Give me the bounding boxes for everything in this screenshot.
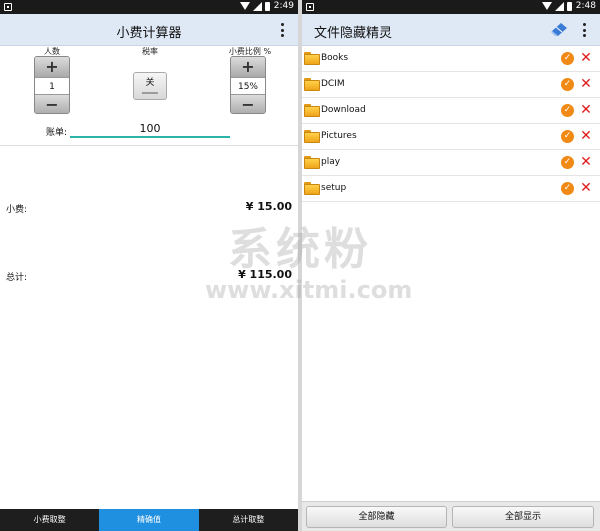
list-item[interactable]: Download ✓ ✕: [302, 98, 600, 124]
list-item[interactable]: play ✓ ✕: [302, 150, 600, 176]
tax-toggle-button[interactable]: 关: [133, 72, 167, 100]
status-time: 2:48: [575, 1, 596, 11]
overflow-menu-icon[interactable]: [280, 23, 284, 37]
folder-name: play: [321, 157, 341, 167]
bill-input[interactable]: [70, 120, 230, 138]
notification-icon: [306, 3, 314, 11]
tip-percent-value[interactable]: 15%: [231, 77, 265, 95]
folder-name: Download: [321, 105, 366, 115]
folder-icon: [304, 182, 320, 195]
signal-icon: [252, 1, 262, 11]
app-bar: 小费计算器: [0, 14, 298, 46]
delete-icon[interactable]: ✕: [579, 154, 593, 170]
tip-calculator-screen: 2:49 小费计算器 人数 + 1 − 税率 关 小费比例 % + 15% − …: [0, 0, 298, 531]
people-minus-button[interactable]: −: [35, 95, 69, 113]
show-all-button[interactable]: 全部显示: [452, 506, 594, 528]
folder-icon: [304, 52, 320, 65]
tax-toggle-label: 关: [145, 78, 155, 88]
status-time: 2:49: [273, 1, 294, 11]
list-item[interactable]: DCIM ✓ ✕: [302, 72, 600, 98]
hide-all-button[interactable]: 全部隐藏: [306, 506, 447, 528]
check-icon[interactable]: ✓: [561, 52, 574, 65]
total-amount: ¥ 115.00: [238, 268, 292, 281]
app-bar: 文件隐藏精灵: [302, 14, 600, 46]
tip-percent-stepper: + 15% −: [230, 56, 266, 114]
battery-icon: [264, 1, 270, 11]
tip-percent-plus-button[interactable]: +: [231, 57, 265, 77]
overflow-menu-icon[interactable]: [582, 23, 586, 37]
delete-icon[interactable]: ✕: [579, 50, 593, 66]
list-item[interactable]: setup ✓ ✕: [302, 176, 600, 202]
notification-icon: [4, 3, 12, 11]
tab-round-tip[interactable]: 小费取整: [0, 509, 99, 531]
folder-icon: [304, 104, 320, 117]
status-bar: 2:49: [0, 0, 298, 14]
check-icon[interactable]: ✓: [561, 78, 574, 91]
tab-round-total[interactable]: 总计取整: [199, 509, 298, 531]
tip-amount: ¥ 15.00: [245, 200, 292, 213]
list-item[interactable]: Books ✓ ✕: [302, 46, 600, 72]
app-title: 小费计算器: [116, 26, 182, 41]
folder-name: Books: [321, 53, 349, 63]
check-icon[interactable]: ✓: [561, 130, 574, 143]
check-icon[interactable]: ✓: [561, 156, 574, 169]
tax-label: 税率: [142, 47, 158, 56]
total-label: 总计:: [6, 273, 28, 283]
delete-icon[interactable]: ✕: [579, 128, 593, 144]
tab-exact-value[interactable]: 精确值: [99, 509, 199, 531]
status-bar: 2:48: [302, 0, 600, 14]
rounding-tabs: 小费取整 精确值 总计取整: [0, 509, 298, 531]
folder-icon: [304, 156, 320, 169]
check-icon[interactable]: ✓: [561, 182, 574, 195]
signal-icon: [554, 1, 564, 11]
bill-label: 账单:: [46, 128, 68, 138]
delete-icon[interactable]: ✕: [579, 76, 593, 92]
file-hider-screen: 2:48 文件隐藏精灵 Books ✓ ✕ DCIM ✓ ✕ Download …: [302, 0, 600, 531]
wifi-icon: [541, 2, 552, 10]
folder-icon: [304, 130, 320, 143]
delete-icon[interactable]: ✕: [579, 180, 593, 196]
folder-icon: [304, 78, 320, 91]
divider: [0, 145, 298, 146]
app-title: 文件隐藏精灵: [314, 26, 393, 41]
toggle-indicator: [142, 92, 158, 94]
battery-icon: [566, 1, 572, 11]
tip-percent-minus-button[interactable]: −: [231, 95, 265, 113]
folder-name: setup: [321, 183, 347, 193]
people-plus-button[interactable]: +: [35, 57, 69, 77]
list-item[interactable]: Pictures ✓ ✕: [302, 124, 600, 150]
folder-list: Books ✓ ✕ DCIM ✓ ✕ Download ✓ ✕ Pictures…: [302, 46, 600, 202]
tip-label: 小费:: [6, 205, 28, 215]
check-icon[interactable]: ✓: [561, 104, 574, 117]
wifi-icon: [239, 2, 250, 10]
folder-name: DCIM: [321, 79, 345, 89]
delete-icon[interactable]: ✕: [579, 102, 593, 118]
people-value[interactable]: 1: [35, 77, 69, 95]
eraser-icon[interactable]: [550, 21, 568, 37]
folder-name: Pictures: [321, 131, 357, 141]
action-bar: 全部隐藏 全部显示: [302, 501, 600, 531]
people-stepper: + 1 −: [34, 56, 70, 114]
